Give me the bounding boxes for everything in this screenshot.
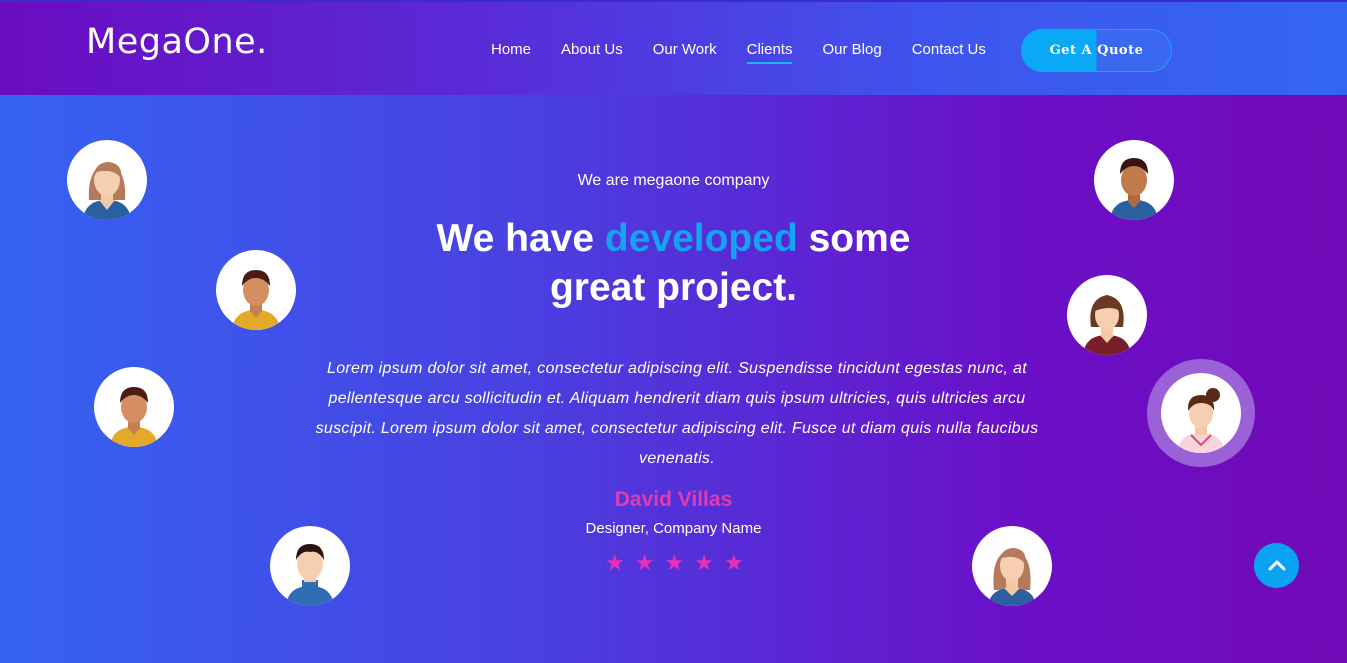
client-avatar-man-2[interactable] [94, 367, 174, 447]
woman-avatar-icon [988, 548, 1036, 606]
nav-home[interactable]: Home [491, 41, 531, 64]
hero-headline: We have developed some great project. [0, 214, 1347, 312]
nav-contact-us[interactable]: Contact Us [912, 41, 986, 64]
headline-line-2: great project. [549, 266, 798, 309]
headline-highlight: developed [604, 217, 798, 260]
testimonial-quote: Lorem ipsum dolor sit amet, consectetur … [315, 360, 1039, 467]
testimonial-author: David Villas [614, 488, 733, 511]
scroll-to-top-button[interactable] [1254, 543, 1299, 588]
headline-text-2: some [797, 217, 911, 260]
rating-stars: ★ ★ ★ ★ ★ [605, 552, 744, 574]
man-avatar-icon [110, 387, 158, 447]
star-icon: ★ [664, 550, 685, 575]
woman-avatar-icon [1177, 388, 1225, 453]
client-avatar-woman-3[interactable] [972, 526, 1052, 606]
hero-subtitle: We are megaone company [577, 172, 770, 189]
get-a-quote-button[interactable]: Get A Quote [1021, 29, 1172, 72]
logo[interactable]: MegaOne. [86, 22, 268, 62]
chevron-up-icon [1268, 560, 1285, 570]
main-nav: Home About Us Our Work Clients Our Blog … [491, 41, 986, 64]
nav-clients[interactable]: Clients [746, 41, 792, 64]
star-icon: ★ [605, 550, 625, 575]
headline-text-1: We have [436, 217, 605, 260]
star-icon: ★ [723, 550, 744, 575]
client-avatar-woman-active[interactable] [1161, 373, 1241, 453]
nav-about-us[interactable]: About Us [561, 41, 623, 64]
man-avatar-icon [286, 544, 334, 606]
star-icon: ★ [634, 550, 655, 575]
nav-our-work[interactable]: Our Work [653, 41, 717, 64]
testimonial-role: Designer, Company Name [585, 520, 762, 537]
site-header: MegaOne. Home About Us Our Work Clients … [0, 0, 1347, 95]
client-avatar-man-3[interactable] [270, 526, 350, 606]
star-icon: ★ [694, 550, 714, 575]
nav-our-blog[interactable]: Our Blog [822, 41, 881, 64]
